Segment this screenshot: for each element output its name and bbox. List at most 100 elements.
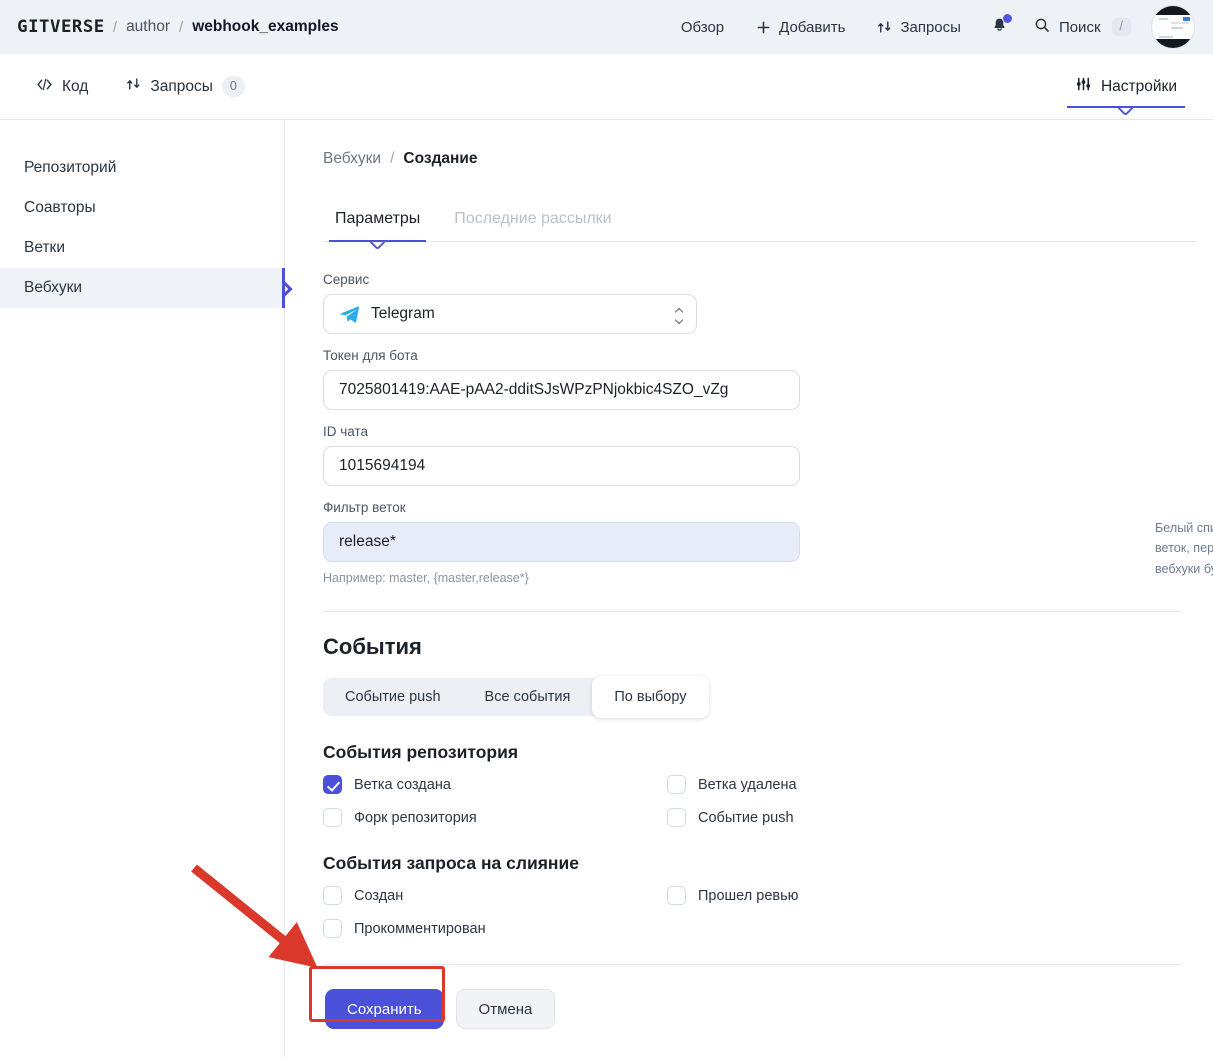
settings-content: Вебхуки / Создание Параметры Последние р… <box>285 120 1213 1057</box>
checkbox-label: Событие push <box>698 809 794 826</box>
sidebar-item-collaborators[interactable]: Соавторы <box>0 188 284 228</box>
nav-overview[interactable]: Обзор <box>665 13 740 42</box>
chevron-down-icon <box>1118 100 1134 117</box>
checkbox-box[interactable] <box>323 886 342 905</box>
segment-push-event-label: Событие push <box>345 689 441 705</box>
pull-requests-count: 0 <box>221 76 245 97</box>
actions-divider <box>323 964 1181 965</box>
checkbox-box[interactable] <box>667 808 686 827</box>
checkbox-label: Ветка удалена <box>698 776 797 793</box>
checkbox-box[interactable] <box>323 808 342 827</box>
branch-filter-hint: Например: master, {master,release*} <box>323 571 529 585</box>
chevron-updown-icon <box>676 308 684 321</box>
branch-filter-side-note: Белый список веток для событий Push, соз… <box>1155 521 1213 576</box>
checkbox-box[interactable] <box>667 886 686 905</box>
segment-custom[interactable]: По выбору <box>592 676 709 718</box>
pull-request-icon <box>126 76 141 97</box>
checkbox-push-event[interactable]: Событие push <box>667 808 1197 827</box>
tab-recent-deliveries-label: Последние рассылки <box>454 210 612 227</box>
search-button[interactable]: Поиск / <box>1022 11 1141 43</box>
segment-push-event[interactable]: Событие push <box>323 678 463 716</box>
search-label: Поиск <box>1058 18 1101 36</box>
tab-pull-requests[interactable]: Запросы 0 <box>112 66 258 107</box>
avatar[interactable] <box>1151 5 1195 49</box>
events-mode-segmented-control: Событие push Все события По выбору <box>323 676 709 718</box>
branch-filter-input[interactable] <box>323 522 800 562</box>
segment-all-events-label: Все события <box>484 689 571 705</box>
nav-pull-requests[interactable]: Запросы <box>861 13 977 42</box>
nav-overview-label: Обзор <box>680 18 725 36</box>
checkbox-label: Прошел ревью <box>698 887 799 904</box>
checkbox-mr-reviewed[interactable]: Прошел ревью <box>667 886 1197 905</box>
nav-add[interactable]: Добавить <box>740 13 861 42</box>
cancel-button[interactable]: Отмена <box>455 989 556 1029</box>
breadcrumb-separator-2: / <box>179 18 184 36</box>
sliders-icon <box>1075 76 1092 97</box>
checkbox-label: Создан <box>354 887 404 904</box>
repo-link[interactable]: webhook_examples <box>192 18 338 36</box>
sidebar-item-webhooks[interactable]: Вебхуки <box>0 268 285 308</box>
breadcrumb-separator: / <box>390 150 395 167</box>
checkbox-branch-deleted[interactable]: Ветка удалена <box>667 775 1197 794</box>
plus-icon <box>756 20 771 35</box>
chat-id-input[interactable] <box>323 446 800 486</box>
webhook-form: Сервис Telegram Токен для бота ID чата <box>323 242 1213 1029</box>
tab-code-label: Код <box>62 77 89 95</box>
checkbox-mr-created[interactable]: Создан <box>323 886 667 905</box>
breadcrumb-current: Создание <box>403 150 478 167</box>
repo-tabbar: Код Запросы 0 Настройки <box>0 54 1213 120</box>
tab-parameters[interactable]: Параметры <box>323 202 432 251</box>
segment-all-events[interactable]: Все события <box>463 678 593 716</box>
owner-link[interactable]: author <box>126 18 170 36</box>
breadcrumb-webhooks-link[interactable]: Вебхуки <box>323 150 381 168</box>
segment-custom-label: По выбору <box>614 689 687 705</box>
code-icon <box>36 77 53 97</box>
tab-settings[interactable]: Настройки <box>1061 66 1191 117</box>
gitverse-logo[interactable]: GITVERSE <box>17 17 105 37</box>
notifications-button[interactable] <box>977 10 1022 45</box>
tab-settings-label: Настройки <box>1100 77 1177 95</box>
merge-request-events-title: События запроса на слияние <box>323 853 579 873</box>
service-select-value: Telegram <box>371 305 435 322</box>
checkbox-mr-commented[interactable]: Прокомментирован <box>323 919 667 938</box>
nav-add-label: Добавить <box>779 18 846 36</box>
checkbox-branch-created[interactable]: Ветка создана <box>323 775 667 794</box>
section-divider <box>323 611 1181 612</box>
checkbox-box[interactable] <box>323 919 342 938</box>
repository-events-checkboxes: Ветка создана Ветка удалена Форк репозит… <box>323 775 1197 827</box>
settings-sidebar: Репозиторий Соавторы Ветки Вебхуки <box>0 120 285 1057</box>
search-shortcut-key: / <box>1111 17 1131 37</box>
sidebar-item-label: Ветки <box>24 239 65 256</box>
sidebar-item-label: Репозиторий <box>24 159 117 176</box>
sidebar-item-label: Вебхуки <box>24 279 83 296</box>
sidebar-active-marker <box>282 268 285 308</box>
page-body: Репозиторий Соавторы Ветки Вебхуки Вебху… <box>0 120 1213 1057</box>
tab-pull-requests-label: Запросы <box>150 77 213 95</box>
checkbox-box[interactable] <box>667 775 686 794</box>
checkbox-box[interactable] <box>323 775 342 794</box>
tab-recent-deliveries[interactable]: Последние рассылки <box>442 202 623 241</box>
breadcrumb-separator: / <box>112 18 118 36</box>
branch-filter-label: Фильтр веток <box>323 500 406 515</box>
sidebar-item-branches[interactable]: Ветки <box>0 228 284 268</box>
checkbox-label: Прокомментирован <box>354 920 486 937</box>
brand-breadcrumb: GITVERSE / author / webhook_examples <box>17 17 338 37</box>
breadcrumb: Вебхуки / Создание <box>323 150 1197 168</box>
service-select[interactable]: Telegram <box>323 294 697 334</box>
token-input[interactable] <box>323 370 800 410</box>
checkbox-label: Ветка создана <box>354 776 451 793</box>
webhook-subtabs: Параметры Последние рассылки <box>323 202 1197 251</box>
checkbox-label: Форк репозитория <box>354 809 477 826</box>
top-header: GITVERSE / author / webhook_examples Обз… <box>0 0 1213 54</box>
service-label: Сервис <box>323 272 370 287</box>
merge-request-events-checkboxes: Создан Прошел ревью Прокомментирован <box>323 886 1197 938</box>
search-icon <box>1034 17 1050 37</box>
tab-code[interactable]: Код <box>22 67 102 107</box>
sidebar-item-repository[interactable]: Репозиторий <box>0 148 284 188</box>
avatar-image <box>1157 16 1190 43</box>
save-button[interactable]: Сохранить <box>325 989 444 1029</box>
checkbox-repository-fork[interactable]: Форк репозитория <box>323 808 667 827</box>
notification-badge-dot <box>1002 13 1012 23</box>
repo-tabs-left: Код Запросы 0 <box>22 66 259 107</box>
sidebar-item-label: Соавторы <box>24 199 96 216</box>
